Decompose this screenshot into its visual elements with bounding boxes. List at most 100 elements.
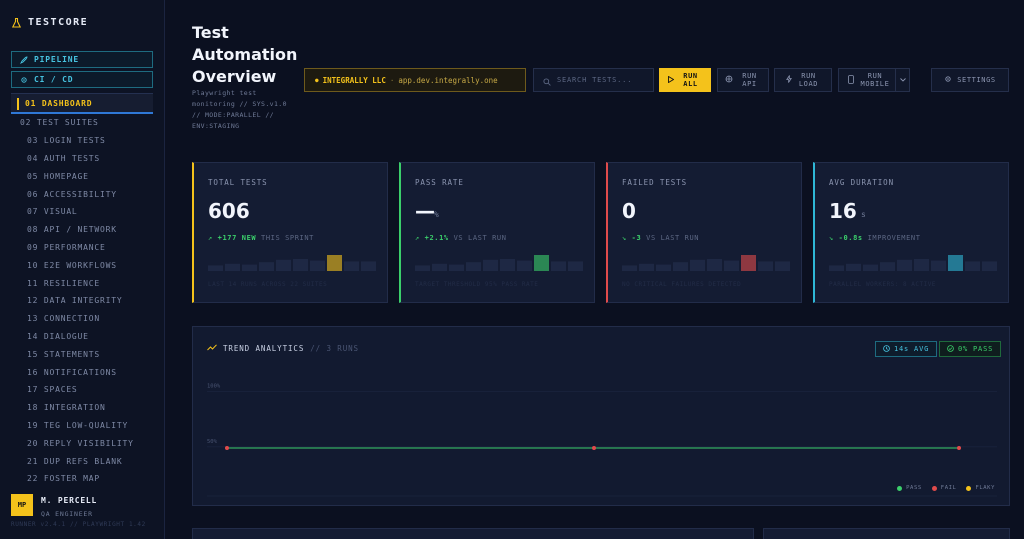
pass-rate-pill[interactable]: 0% PASS	[939, 341, 1002, 357]
brand[interactable]: TESTCORE	[12, 17, 88, 28]
sparkline-bar	[259, 262, 274, 271]
sidebar-item[interactable]: 02 TEST SUITES	[0, 114, 164, 132]
run-mobile-button[interactable]: RUN MOBILE	[838, 68, 910, 92]
mobile-icon	[848, 74, 854, 86]
sidebar-item[interactable]: 01 DASHBOARD	[11, 93, 153, 114]
sparkline-bar	[897, 259, 912, 271]
sidebar-item[interactable]: 15 STATEMENTS	[0, 345, 164, 363]
sidebar-item[interactable]: 09 PERFORMANCE	[0, 239, 164, 257]
stat-footer: LAST 14 RUNS ACROSS 22 SUITES	[208, 281, 328, 288]
stat-label: TOTAL TESTS	[208, 178, 268, 187]
trend-chart: 100% 50%	[207, 384, 997, 497]
trend-icon	[207, 344, 217, 353]
sidebar-item[interactable]: 21 DUP REFS BLANK	[0, 452, 164, 470]
sidebar-item[interactable]: 13 CONNECTION	[0, 310, 164, 328]
trend-arrow-icon: ↘	[622, 234, 627, 242]
legend-pass: PASS	[897, 485, 922, 491]
sparkline-bar	[534, 255, 549, 271]
sparkline	[208, 255, 376, 271]
trend-title-text: TREND ANALYTICS	[223, 344, 305, 353]
pipeline-button[interactable]: PIPELINE	[11, 51, 153, 68]
run-api-button[interactable]: RUN API	[717, 68, 769, 92]
tenant-selector[interactable]: ● INTEGRALLY LLC · app.dev.integrally.on…	[304, 68, 526, 92]
sparkline-bar	[741, 255, 756, 271]
search-box[interactable]	[533, 68, 654, 92]
sparkline-bar	[880, 262, 895, 271]
tenant-url: app.dev.integrally.one	[398, 75, 498, 85]
gear-icon	[20, 76, 28, 84]
bottom-panel-right	[763, 528, 1010, 539]
stat-footer: NO CRITICAL FAILURES DETECTED	[622, 281, 742, 288]
sparkline-bar	[568, 261, 583, 271]
user-role: QA ENGINEER	[41, 510, 93, 518]
sidebar-item[interactable]: 03 LOGIN TESTS	[0, 132, 164, 150]
sidebar-item[interactable]: 17 SPACES	[0, 381, 164, 399]
sidebar-item[interactable]: 10 E2E WORKFLOWS	[0, 256, 164, 274]
sidebar-item[interactable]: 08 API / NETWORK	[0, 221, 164, 239]
user-profile[interactable]: MP M. PERCELL QA ENGINEER	[11, 494, 97, 518]
stat-label: AVG DURATION	[829, 178, 894, 187]
avatar: MP	[11, 494, 33, 516]
stat-card[interactable]: AVG DURATION 16 s ↘ -0.8s IMPROVEMENT PA…	[813, 162, 1009, 303]
legend-flaky: FLAKY	[966, 485, 995, 491]
run-all-button[interactable]: RUN ALL	[659, 68, 711, 92]
cicd-button[interactable]: CI / CD	[11, 71, 153, 88]
run-load-button[interactable]: RUN LOAD	[774, 68, 832, 92]
sparkline-bar	[914, 259, 929, 271]
sidebar-item[interactable]: 19 TEG LOW-QUALITY	[0, 417, 164, 435]
stat-delta: ↗ +2.1% VS LAST RUN	[415, 234, 507, 242]
stat-footer: PARALLEL WORKERS: 8 ACTIVE	[829, 281, 936, 288]
stat-card[interactable]: TOTAL TESTS 606 ↗ +177 NEW THIS SPRINT L…	[192, 162, 388, 303]
sidebar-item[interactable]: 12 DATA INTEGRITY	[0, 292, 164, 310]
sidebar-item[interactable]: 18 INTEGRATION	[0, 399, 164, 417]
flask-icon	[12, 17, 21, 28]
y-tick-label: 100%	[207, 384, 221, 390]
sidebar: TESTCORE PIPELINE CI / CD 01 DASHBOARD 02…	[0, 0, 165, 539]
sparkline-bar	[415, 265, 430, 271]
sidebar-item[interactable]: 16 NOTIFICATIONS	[0, 363, 164, 381]
sidebar-item[interactable]: 05 HOMEPAGE	[0, 167, 164, 185]
network-icon	[725, 75, 733, 85]
sparkline-bar	[673, 262, 688, 271]
sidebar-item[interactable]: 14 DIALOGUE	[0, 328, 164, 346]
avg-duration-pill[interactable]: 14s AVG	[875, 341, 938, 357]
sparkline-bar	[276, 259, 291, 271]
sparkline-bar	[293, 259, 308, 271]
trend-arrow-icon: ↗	[415, 234, 420, 242]
stat-card[interactable]: FAILED TESTS 0 ↘ -3 VS LAST RUN NO CRITI…	[606, 162, 802, 303]
sparkline-bar	[551, 261, 566, 271]
sparkline-bar	[829, 265, 844, 271]
sparkline-bar	[758, 261, 773, 271]
run-all-label: RUN ALL	[683, 72, 698, 88]
play-icon	[667, 75, 674, 85]
sidebar-item[interactable]: 07 VISUAL	[0, 203, 164, 221]
trend-subtitle: // 3 RUNS	[310, 344, 359, 353]
sparkline	[622, 255, 790, 271]
search-input[interactable]	[557, 76, 647, 84]
sparkline-bar	[466, 262, 481, 271]
delta-text: VS LAST RUN	[646, 234, 700, 242]
sparkline-bar	[965, 261, 980, 271]
sidebar-item[interactable]: 11 RESILIENCE	[0, 274, 164, 292]
chevron-down-icon[interactable]	[895, 69, 909, 91]
stat-card[interactable]: PASS RATE — % ↗ +2.1% VS LAST RUN TARGET…	[399, 162, 595, 303]
stat-value: 16	[829, 199, 857, 223]
delta-value: +2.1%	[424, 234, 449, 242]
pipeline-label: PIPELINE	[34, 55, 79, 64]
settings-button[interactable]: SETTINGS	[931, 68, 1009, 92]
trend-arrow-icon: ↗	[208, 234, 213, 242]
sidebar-item[interactable]: 04 AUTH TESTS	[0, 150, 164, 168]
sparkline-bar	[707, 259, 722, 271]
sparkline-bar	[622, 265, 637, 271]
legend-fail: FAIL	[931, 485, 957, 491]
sidebar-item[interactable]: 22 FOSTER MAP	[0, 470, 164, 488]
sparkline-bar	[327, 255, 342, 271]
user-name: M. PERCELL	[41, 496, 98, 505]
sidebar-item[interactable]: 06 ACCESSIBILITY	[0, 185, 164, 203]
sparkline-bar	[690, 259, 705, 271]
sidebar-item[interactable]: 20 REPLY VISIBILITY	[0, 434, 164, 452]
tenant-org: INTEGRALLY LLC	[322, 75, 386, 85]
sparkline-bar	[517, 260, 532, 271]
pass-pill-label: 0% PASS	[958, 345, 994, 353]
y-tick-label: 50%	[207, 439, 218, 445]
